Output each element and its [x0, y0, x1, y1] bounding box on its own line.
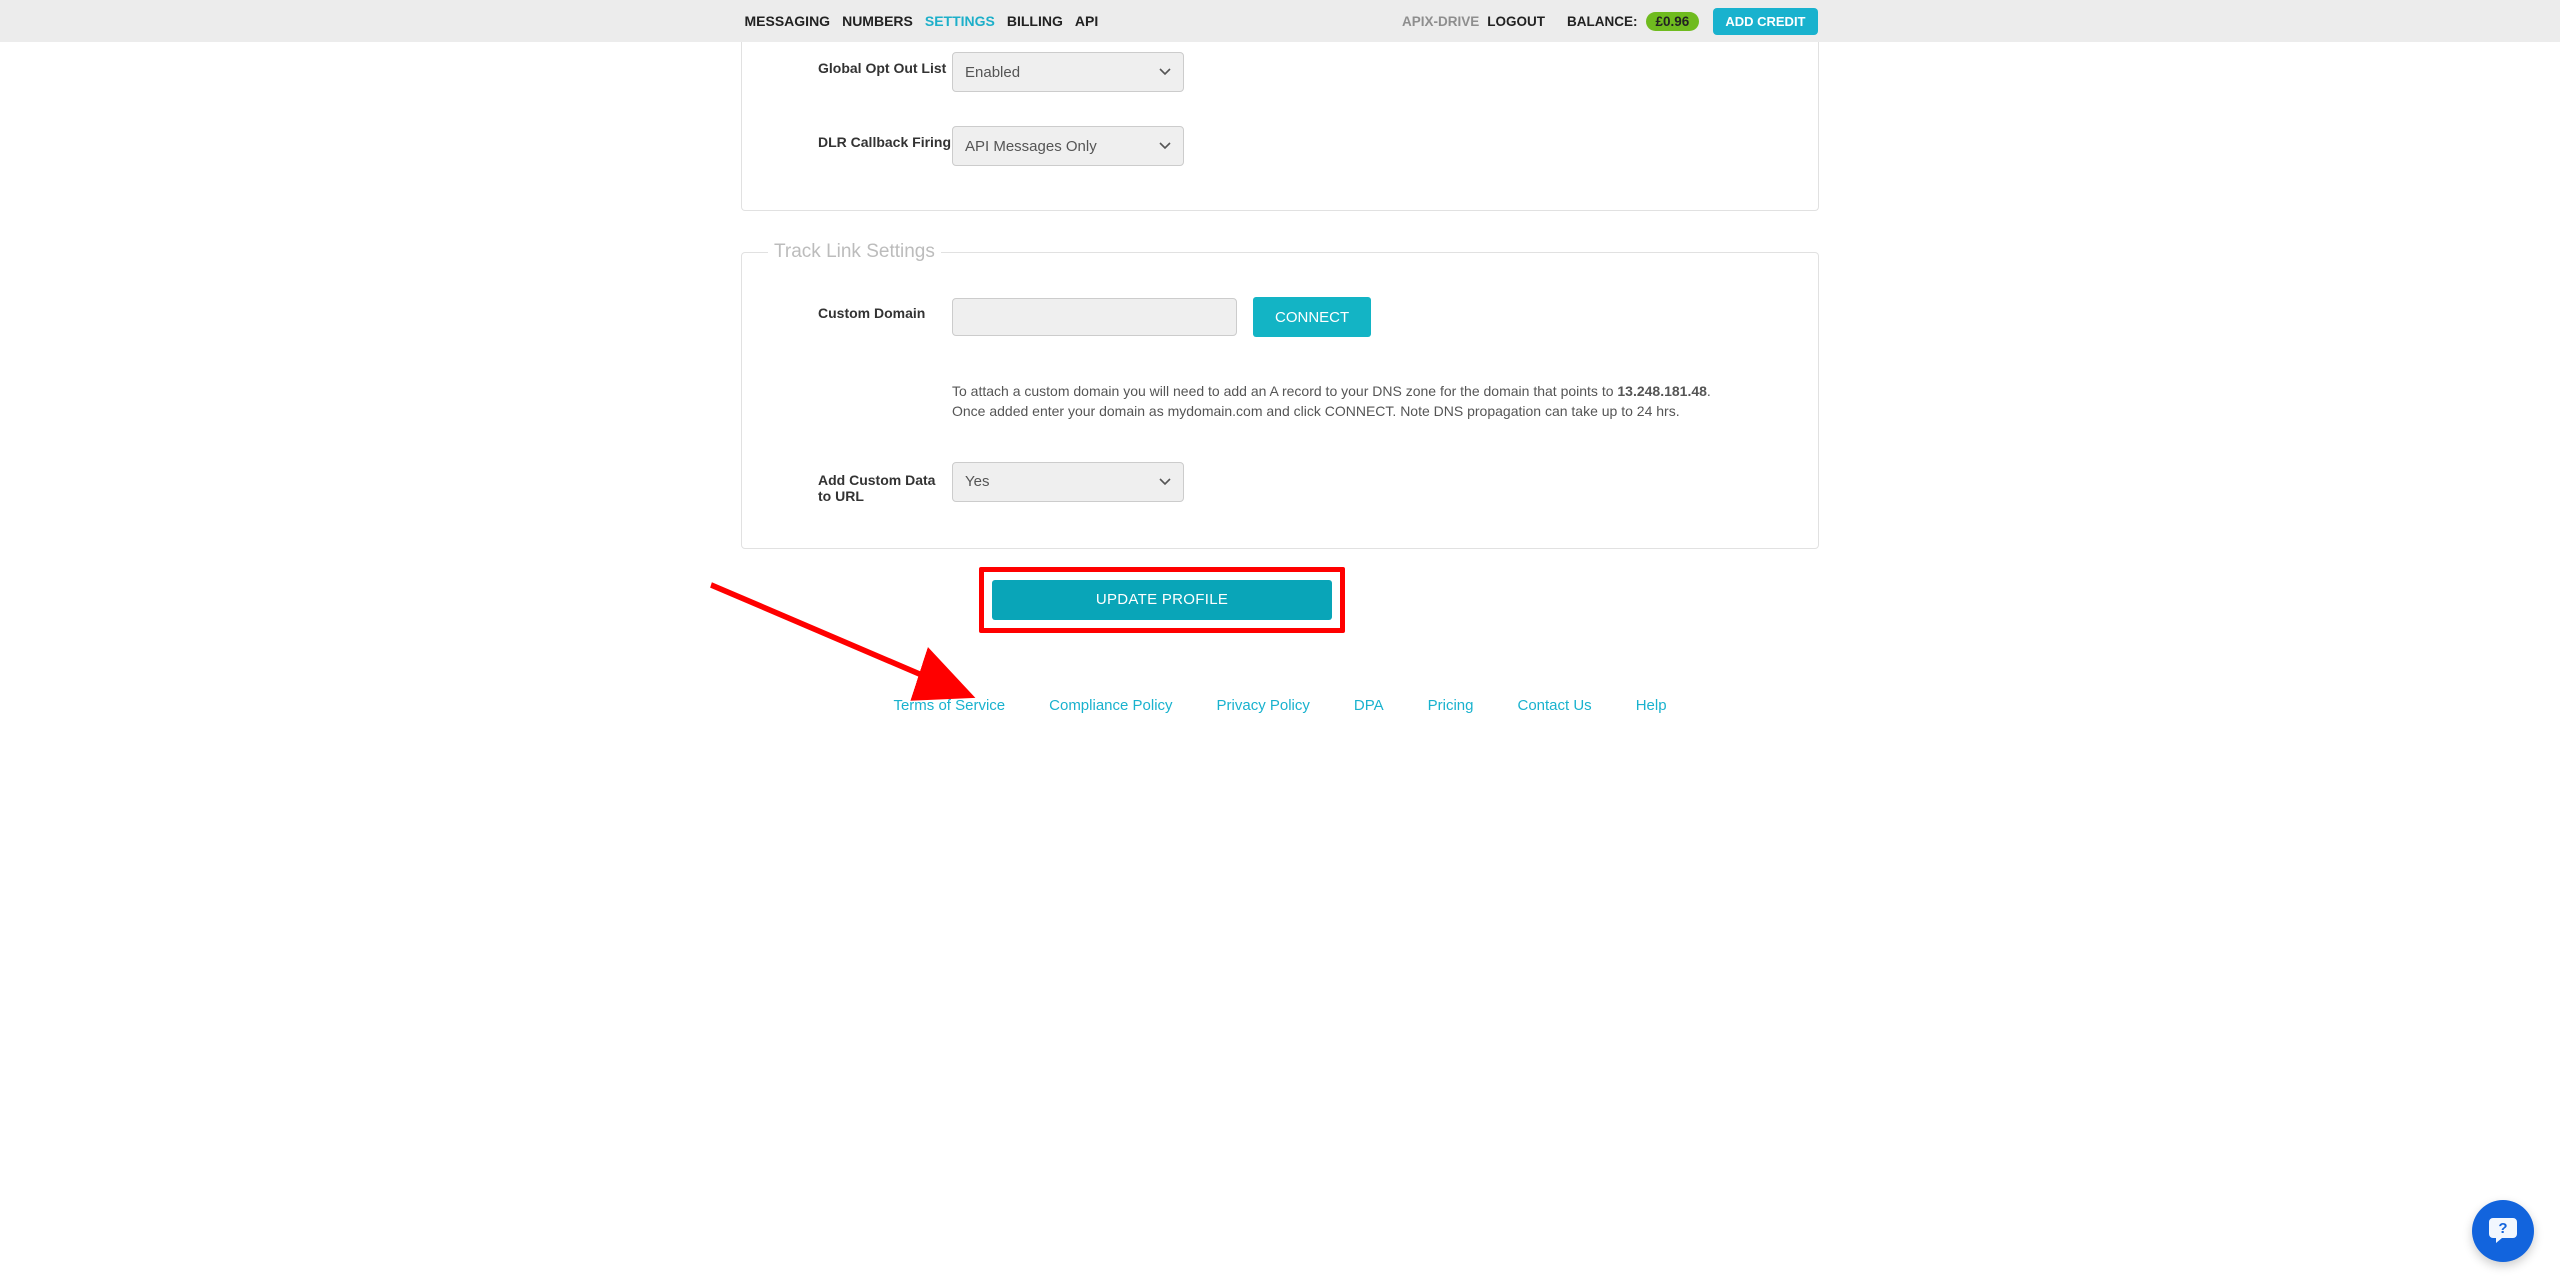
- custom-domain-input[interactable]: [952, 298, 1237, 336]
- select-add-custom-data-value: Yes: [965, 473, 989, 490]
- chevron-down-icon: [1159, 140, 1171, 152]
- nav-left: MESSAGING NUMBERS SETTINGS BILLING API: [743, 13, 1101, 29]
- chevron-down-icon: [1159, 66, 1171, 78]
- connect-button[interactable]: CONNECT: [1253, 297, 1371, 337]
- topbar: MESSAGING NUMBERS SETTINGS BILLING API A…: [0, 0, 2560, 42]
- label-add-custom-data: Add Custom Data to URL: [762, 462, 952, 504]
- nav-numbers[interactable]: NUMBERS: [840, 13, 915, 29]
- nav-right: APIX-DRIVE LOGOUT BALANCE: £0.96 ADD CRE…: [1402, 8, 1817, 35]
- section-messaging-prefs: Global Opt Out List Enabled DLR Callback…: [741, 42, 1819, 211]
- balance-pill: £0.96: [1646, 12, 1700, 31]
- help-icon: ?: [2487, 1214, 2519, 1249]
- footer-pricing[interactable]: Pricing: [1428, 697, 1474, 714]
- nav-api[interactable]: API: [1073, 13, 1100, 29]
- custom-domain-helper: To attach a custom domain you will need …: [952, 381, 1732, 422]
- footer-contact[interactable]: Contact Us: [1517, 697, 1591, 714]
- label-dlr-callback: DLR Callback Firing: [762, 126, 952, 150]
- update-profile-button[interactable]: UPDATE PROFILE: [992, 580, 1332, 620]
- footer-dpa[interactable]: DPA: [1354, 697, 1384, 714]
- add-credit-button[interactable]: ADD CREDIT: [1713, 8, 1817, 35]
- svg-text:?: ?: [2498, 1220, 2507, 1237]
- footer-help[interactable]: Help: [1636, 697, 1667, 714]
- footer-privacy[interactable]: Privacy Policy: [1217, 697, 1310, 714]
- footer-compliance[interactable]: Compliance Policy: [1049, 697, 1172, 714]
- annotation-highlight: UPDATE PROFILE: [979, 567, 1345, 633]
- nav-billing[interactable]: BILLING: [1005, 13, 1065, 29]
- help-chat-bubble[interactable]: ?: [2472, 1200, 2534, 1262]
- footer-links: Terms of Service Compliance Policy Priva…: [741, 697, 1819, 754]
- footer-terms[interactable]: Terms of Service: [893, 697, 1005, 714]
- balance-label: BALANCE:: [1567, 14, 1638, 29]
- nav-messaging[interactable]: MESSAGING: [743, 13, 833, 29]
- select-global-opt-out[interactable]: Enabled: [952, 52, 1184, 92]
- logout-link[interactable]: LOGOUT: [1487, 14, 1545, 29]
- legend-track-link: Track Link Settings: [768, 241, 941, 263]
- label-custom-domain: Custom Domain: [762, 297, 952, 321]
- select-dlr-callback-value: API Messages Only: [965, 138, 1097, 155]
- section-track-link-settings: Track Link Settings Custom Domain CONNEC…: [741, 241, 1819, 549]
- nav-settings[interactable]: SETTINGS: [923, 13, 997, 29]
- select-add-custom-data[interactable]: Yes: [952, 462, 1184, 502]
- select-dlr-callback[interactable]: API Messages Only: [952, 126, 1184, 166]
- label-global-opt-out: Global Opt Out List: [762, 52, 952, 76]
- chevron-down-icon: [1159, 476, 1171, 488]
- select-global-opt-out-value: Enabled: [965, 64, 1020, 81]
- username-label: APIX-DRIVE: [1402, 14, 1479, 29]
